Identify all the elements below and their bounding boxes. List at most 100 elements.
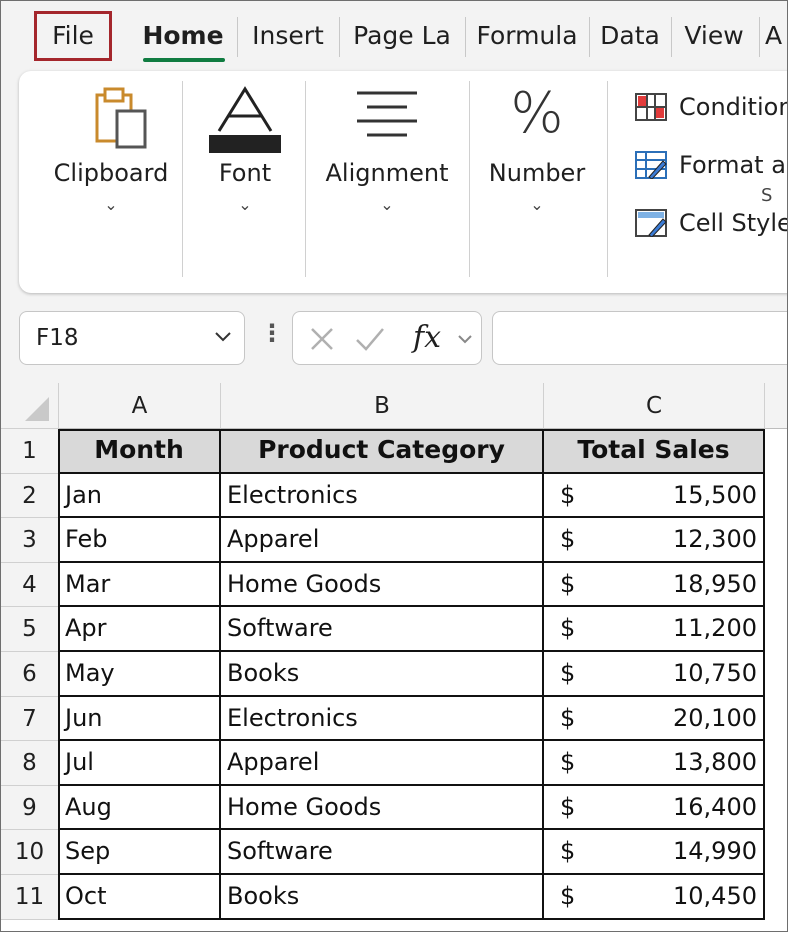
row-header[interactable]: 6 (1, 652, 59, 697)
font-group[interactable]: Font ⌄ (195, 71, 295, 293)
ribbon-home: Clipboard ⌄ Font ⌄ Alignment ⌄ % Number … (19, 71, 787, 293)
tab-data[interactable]: Data (593, 11, 667, 61)
insert-function-button[interactable]: fx (413, 318, 441, 358)
tab-automate[interactable]: A (765, 11, 787, 61)
chevron-down-icon[interactable] (214, 330, 232, 344)
row-header[interactable]: 9 (1, 785, 59, 831)
cell-month[interactable]: Oct (59, 875, 221, 920)
row-header[interactable]: 3 (1, 518, 59, 563)
row-header[interactable]: 4 (1, 562, 59, 608)
cell-total-sales[interactable]: $10,750 (544, 652, 765, 697)
name-box[interactable]: F18 (19, 311, 245, 365)
cell-month[interactable]: Jan (59, 473, 221, 519)
table-header-cell[interactable]: Total Sales (544, 429, 765, 474)
group-divider (607, 81, 608, 277)
sales-amount: 20,100 (673, 703, 757, 732)
table-header-cell[interactable]: Month (59, 429, 221, 474)
tab-divider (237, 17, 238, 57)
sales-amount: 10,450 (673, 882, 757, 910)
format-as-table-icon (635, 151, 667, 179)
row-header[interactable]: 7 (1, 696, 59, 742)
group-divider (305, 81, 306, 277)
table-header-cell[interactable]: Product Category (221, 429, 544, 474)
cell-month[interactable]: Jul (59, 741, 221, 786)
column-header-a[interactable]: A (59, 383, 221, 429)
tab-divider (671, 17, 672, 57)
cell-category[interactable]: Software (221, 830, 544, 875)
cell-total-sales[interactable]: $15,500 (544, 473, 765, 519)
tab-file[interactable]: File (34, 11, 112, 61)
cell-total-sales[interactable]: $14,990 (544, 830, 765, 875)
cell-category[interactable]: Books (221, 652, 544, 697)
cell-category[interactable]: Apparel (221, 518, 544, 563)
cell-category[interactable]: Apparel (221, 741, 544, 786)
table-top-border (59, 429, 765, 431)
tab-page-layout[interactable]: Page La (343, 11, 461, 61)
cancel-icon[interactable] (309, 326, 335, 352)
formula-bar: F18 ⋮ fx (1, 297, 787, 383)
cell-category[interactable]: Home Goods (221, 785, 544, 831)
clipboard-label: Clipboard (53, 159, 169, 187)
tab-home[interactable]: Home (139, 11, 227, 61)
tab-insert[interactable]: Insert (241, 11, 335, 61)
group-divider (469, 81, 470, 277)
cell-month[interactable]: Aug (59, 785, 221, 831)
ribbon-tab-bar: File Home Insert Page La Formula Data Vi… (1, 1, 787, 67)
row-header[interactable]: 1 (1, 429, 59, 474)
cell-total-sales[interactable]: $20,100 (544, 696, 765, 742)
cell-month[interactable]: May (59, 652, 221, 697)
row-header[interactable]: 5 (1, 607, 59, 652)
sales-amount: 16,400 (673, 792, 757, 821)
enter-icon[interactable] (355, 326, 385, 352)
tab-view[interactable]: View (677, 11, 751, 61)
chevron-down-icon[interactable] (457, 333, 473, 345)
column-header-b[interactable]: B (221, 383, 544, 429)
font-label: Font (218, 159, 272, 187)
sales-amount: 13,800 (673, 748, 757, 777)
table-left-border (58, 429, 60, 920)
tab-formulas[interactable]: Formula (469, 11, 585, 61)
cell-total-sales[interactable]: $16,400 (544, 785, 765, 831)
select-all-button[interactable] (1, 383, 59, 429)
cell-total-sales[interactable]: $12,300 (544, 518, 765, 563)
cell-total-sales[interactable]: $10,450 (544, 875, 765, 920)
cell-month[interactable]: Sep (59, 830, 221, 875)
cell-total-sales[interactable]: $11,200 (544, 607, 765, 652)
formula-input[interactable] (492, 311, 787, 365)
alignment-group[interactable]: Alignment ⌄ (315, 71, 459, 293)
currency-symbol: $ (560, 792, 576, 821)
alignment-label: Alignment (325, 159, 449, 187)
cell-total-sales[interactable]: $18,950 (544, 562, 765, 608)
tab-divider (589, 17, 590, 57)
cell-total-sales[interactable]: $13,800 (544, 741, 765, 786)
cell-month[interactable]: Feb (59, 518, 221, 563)
sales-amount: 14,990 (673, 837, 757, 866)
column-header-c[interactable]: C (544, 383, 765, 429)
row-header[interactable]: 10 (1, 830, 59, 875)
cell-category[interactable]: Home Goods (221, 562, 544, 608)
clipboard-group[interactable]: Clipboard ⌄ (37, 71, 185, 293)
currency-symbol: $ (560, 569, 576, 598)
cell-category[interactable]: Software (221, 607, 544, 652)
number-group[interactable]: % Number ⌄ (477, 71, 597, 293)
format-as-table-label: Format a (679, 151, 786, 179)
cell-month[interactable]: Jun (59, 696, 221, 742)
currency-symbol: $ (560, 525, 576, 554)
cell-styles-label: Cell Style (679, 209, 788, 237)
cell-category[interactable]: Electronics (221, 473, 544, 519)
currency-symbol: $ (560, 480, 576, 509)
more-options-icon[interactable]: ⋮ (260, 321, 284, 345)
currency-symbol: $ (560, 614, 576, 643)
row-header[interactable]: 8 (1, 741, 59, 786)
cell-month[interactable]: Apr (59, 607, 221, 652)
row-header[interactable]: 2 (1, 473, 59, 519)
cell-category[interactable]: Electronics (221, 696, 544, 742)
cell-month[interactable]: Mar (59, 562, 221, 608)
select-all-triangle-icon (25, 397, 49, 421)
cell-category[interactable]: Books (221, 875, 544, 920)
row-header[interactable]: 11 (1, 875, 59, 920)
clipboard-icon (95, 87, 147, 149)
chevron-down-icon: ⌄ (530, 195, 544, 214)
column-header-d[interactable] (765, 383, 787, 429)
chevron-down-icon: ⌄ (238, 195, 252, 214)
